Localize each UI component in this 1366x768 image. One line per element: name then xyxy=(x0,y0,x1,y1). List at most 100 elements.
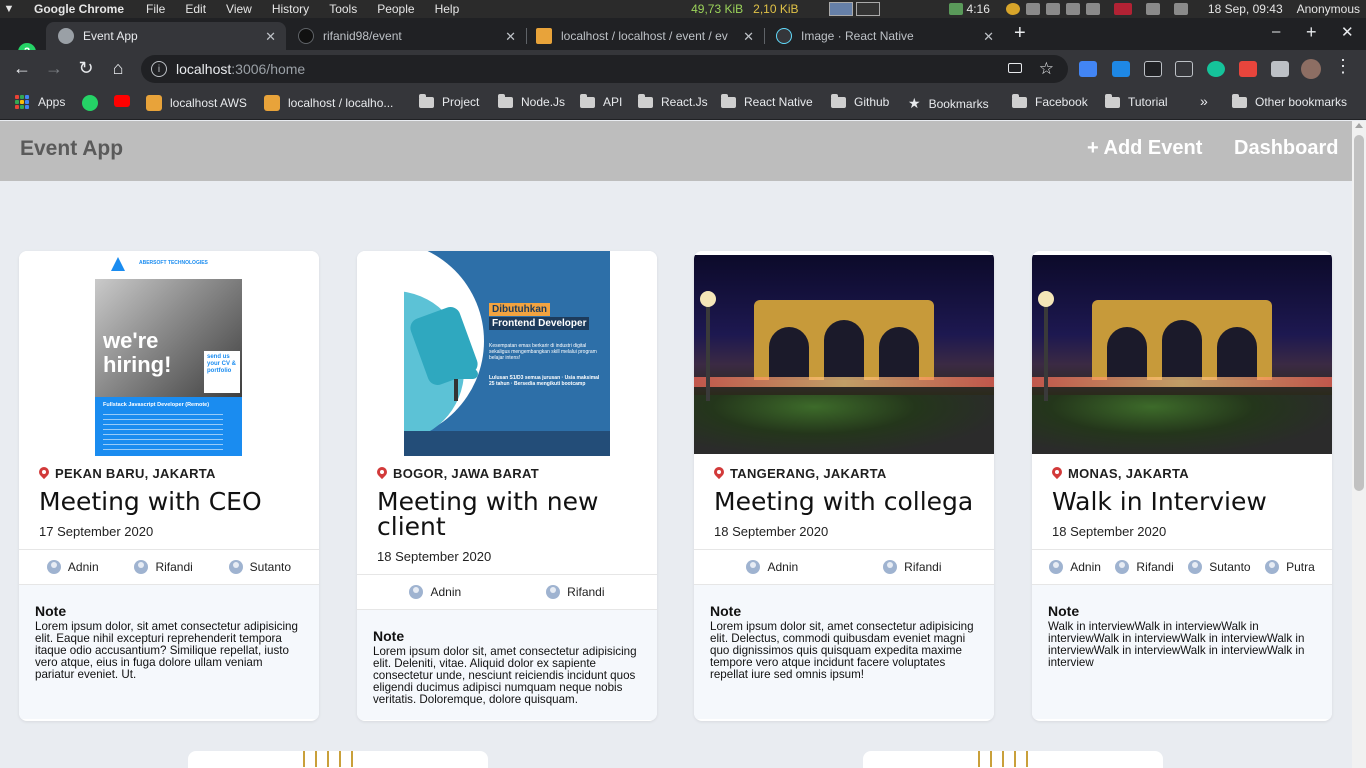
app-title[interactable]: Event App xyxy=(20,137,123,161)
close-window-icon[interactable]: ✕ xyxy=(1341,23,1354,41)
bookmark-localhost-pma[interactable]: localhost / localho... xyxy=(264,95,393,111)
add-event-link[interactable]: + Add Event xyxy=(1087,137,1202,160)
close-tab-icon[interactable]: ✕ xyxy=(265,29,276,45)
poster-body: Kesempatan emas berkarir di industri dig… xyxy=(489,343,597,361)
os-menu-file[interactable]: File xyxy=(146,2,165,16)
close-tab-icon[interactable]: ✕ xyxy=(743,29,754,45)
app-header: Event App + Add Event Dashboard xyxy=(0,121,1352,181)
new-tab-plus-icon[interactable]: + xyxy=(1014,22,1026,45)
tab-github-repo[interactable]: rifanid98/event ✕ xyxy=(286,22,526,50)
tab-react-native-image[interactable]: Image · React Native ✕ xyxy=(764,22,1004,50)
page-scrollbar[interactable] xyxy=(1352,121,1366,768)
user-avatar-icon xyxy=(1265,560,1280,574)
event-card[interactable]: MONAS, JAKARTA Walk in Interview 18 Sept… xyxy=(1032,251,1332,721)
poster-headline: we're hiring! xyxy=(103,328,172,377)
browser-tab-strip: 2 Event App ✕ rifanid98/event ✕ localhos… xyxy=(0,18,1366,61)
os-menu-people[interactable]: People xyxy=(377,2,414,16)
os-user-name[interactable]: Anonymous xyxy=(1297,2,1360,16)
event-card[interactable]: TANGERANG, JAKARTA Meeting with collega … xyxy=(694,251,994,721)
bookmark-bookmarks[interactable]: ★ Bookmarks xyxy=(908,95,989,112)
bookmark-folder-react-native[interactable]: React Native xyxy=(721,93,813,109)
close-tab-icon[interactable]: ✕ xyxy=(983,29,994,45)
chrome-tray-icon[interactable] xyxy=(1005,3,1020,15)
volume-icon[interactable] xyxy=(1173,3,1188,15)
battery-icon[interactable] xyxy=(948,3,963,15)
profile-avatar[interactable] xyxy=(1301,59,1321,79)
workspace-2-icon[interactable] xyxy=(855,2,880,16)
tab-event-app[interactable]: Event App ✕ xyxy=(46,22,286,50)
wifi-icon[interactable] xyxy=(1085,3,1100,15)
grammarly-icon[interactable] xyxy=(1207,61,1225,77)
scrollbar-thumb[interactable] xyxy=(1354,135,1364,491)
minimize-window-icon[interactable]: – xyxy=(1272,23,1280,40)
tab-title: rifanid98/event xyxy=(323,29,402,43)
keyboard-layout-flag-icon[interactable] xyxy=(1113,3,1132,15)
bookmarks-overflow-chevron-icon[interactable]: » xyxy=(1200,93,1208,109)
colorzilla-icon[interactable] xyxy=(1239,61,1257,77)
bookmark-folder-project[interactable]: Project xyxy=(419,93,479,109)
event-note: Note Lorem ipsum dolor sit, amet consect… xyxy=(357,610,657,720)
event-title[interactable]: Walk in Interview xyxy=(1052,489,1312,514)
scroll-up-arrow-icon[interactable] xyxy=(1355,123,1363,128)
home-icon[interactable]: ⌂ xyxy=(107,58,129,79)
event-card[interactable]: ABERSOFT TECHNOLOGIES we're hiring! send… xyxy=(19,251,319,721)
event-title[interactable]: Meeting with CEO xyxy=(39,489,299,514)
url-host: localhost xyxy=(176,61,232,77)
bookmark-folder-facebook[interactable]: Facebook xyxy=(1012,93,1088,109)
participant: Adnin xyxy=(746,560,798,574)
participant-name: Adnin xyxy=(430,585,462,599)
event-card-partial[interactable] xyxy=(863,751,1163,768)
participant-name: Adnin xyxy=(767,560,799,574)
event-card[interactable]: Dibutuhkan Frontend Developer Kesempatan… xyxy=(357,251,657,721)
chrome-menu-icon[interactable]: ⋮ xyxy=(1332,56,1354,77)
event-title[interactable]: Meeting with new client xyxy=(377,489,637,539)
bookmark-folder-tutorial[interactable]: Tutorial xyxy=(1105,93,1168,109)
bookmark-folder-api[interactable]: API xyxy=(580,93,622,109)
bookmark-whatsapp[interactable] xyxy=(82,95,106,111)
maximize-window-icon[interactable]: + xyxy=(1306,22,1317,43)
bookmark-youtube[interactable] xyxy=(114,95,138,107)
tab-extension-icon[interactable] xyxy=(1175,61,1193,77)
notification-bell-icon[interactable] xyxy=(1145,3,1160,15)
translate-extension-icon[interactable] xyxy=(1079,61,1097,77)
url-path: :3006/home xyxy=(231,61,306,77)
os-menu-help[interactable]: Help xyxy=(435,2,460,16)
cube-extension-icon[interactable] xyxy=(1144,61,1162,77)
os-menu-view[interactable]: View xyxy=(226,2,252,16)
sync-tray-icon[interactable] xyxy=(1045,3,1060,15)
bookmark-apps[interactable]: Apps xyxy=(15,95,65,109)
workspace-1-icon[interactable] xyxy=(828,2,853,16)
bluetooth-icon[interactable] xyxy=(1065,3,1080,15)
site-info-icon[interactable]: i xyxy=(151,61,167,77)
user-avatar-icon xyxy=(228,560,243,574)
address-bar[interactable]: i localhost :3006/home ☆ xyxy=(141,55,1068,83)
reload-icon[interactable]: ↻ xyxy=(75,58,97,79)
back-arrow-icon[interactable]: ← xyxy=(11,58,33,79)
star-icon: ★ xyxy=(908,95,921,111)
screenshot-extension-icon[interactable] xyxy=(1112,61,1130,77)
os-datetime[interactable]: 18 Sep, 09:43 xyxy=(1208,2,1283,16)
bookmark-localhost-aws[interactable]: localhost AWS xyxy=(146,95,247,111)
close-tab-icon[interactable]: ✕ xyxy=(505,29,516,45)
os-menu-history[interactable]: History xyxy=(272,2,309,16)
os-menu-edit[interactable]: Edit xyxy=(185,2,206,16)
user-avatar-icon xyxy=(134,560,149,574)
bookmark-star-icon[interactable]: ☆ xyxy=(1039,59,1054,79)
forward-arrow-icon[interactable]: → xyxy=(43,58,65,79)
os-menu-tools[interactable]: Tools xyxy=(329,2,357,16)
cast-icon[interactable] xyxy=(1008,63,1022,73)
bookmark-folder-github[interactable]: Github xyxy=(831,93,889,109)
bookmark-folder-other[interactable]: Other bookmarks xyxy=(1232,93,1347,109)
user-avatar-icon xyxy=(746,560,761,574)
bookmark-folder-nodejs[interactable]: Node.Js xyxy=(498,93,565,109)
extensions-puzzle-icon[interactable] xyxy=(1271,61,1289,77)
note-label: Note xyxy=(710,603,742,619)
event-location-text: MONAS, JAKARTA xyxy=(1068,466,1189,481)
tab-phpmyadmin[interactable]: localhost / localhost / event / ev ✕ xyxy=(524,22,764,50)
event-title[interactable]: Meeting with collega xyxy=(714,489,974,514)
clipboard-tray-icon[interactable] xyxy=(1025,3,1040,15)
bookmark-folder-reactjs[interactable]: React.Js xyxy=(638,93,708,109)
event-card-partial[interactable] xyxy=(188,751,488,768)
dashboard-link[interactable]: Dashboard xyxy=(1234,137,1338,160)
system-menu-icon[interactable]: ▼ xyxy=(0,0,18,18)
